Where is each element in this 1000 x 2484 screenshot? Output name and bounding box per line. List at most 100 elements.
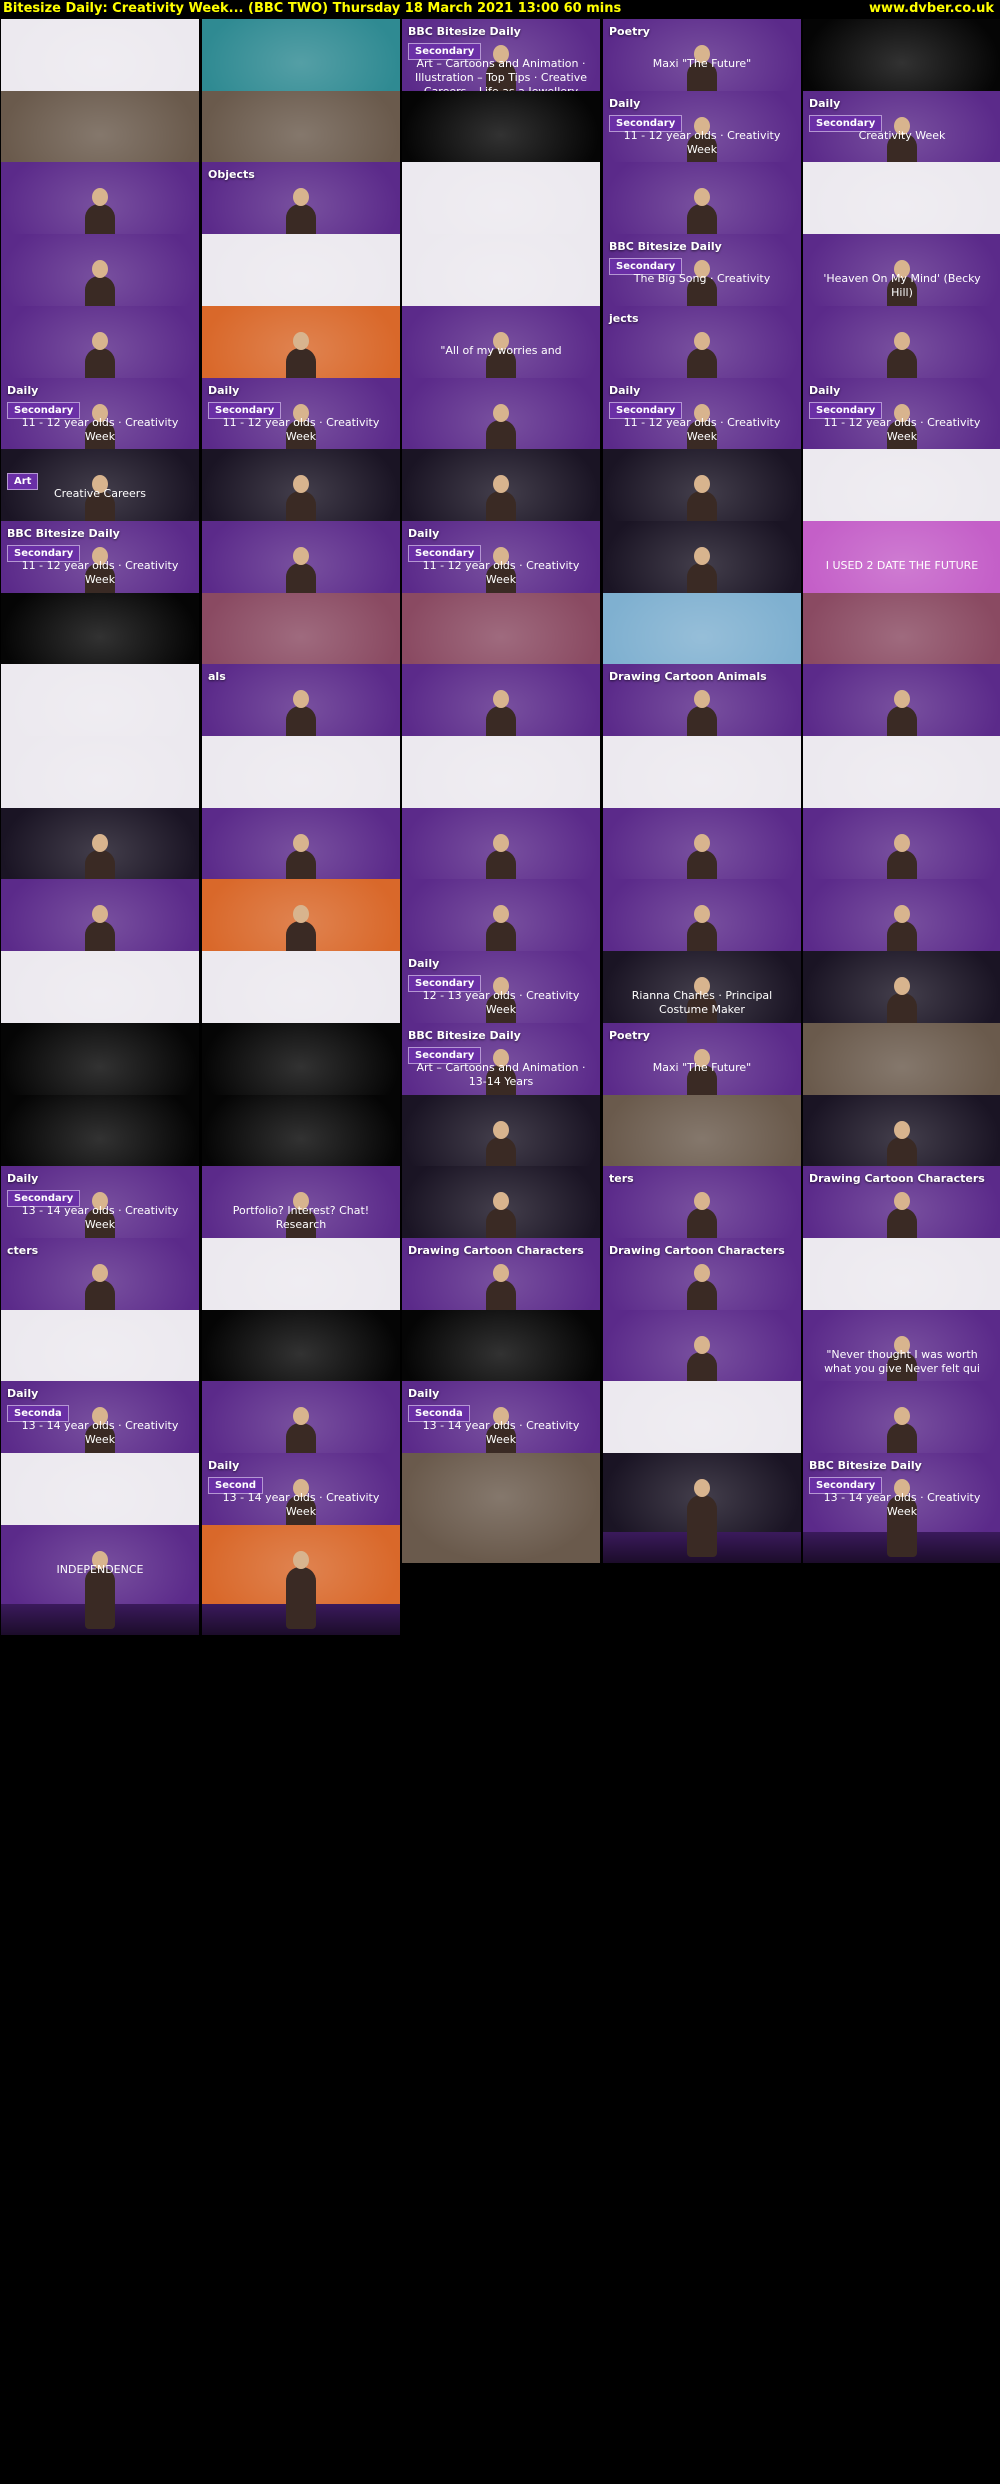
presenter-head: [894, 1407, 910, 1425]
frame-text: 11 - 12 year olds · Creativity Week: [623, 129, 781, 156]
frame-text: 11 - 12 year olds · Creativity Week: [21, 416, 179, 443]
frame-text: 11 - 12 year olds · Creativity Week: [823, 416, 981, 443]
frame-caption: ters: [609, 1172, 634, 1185]
frame-caption: Daily: [609, 97, 641, 110]
frame-text: Creative Careers: [53, 487, 147, 500]
frame-text: 13 - 14 year olds · Creativity Week: [222, 1491, 380, 1518]
presenter-head: [694, 1479, 710, 1497]
frame-text: 13 - 14 year olds · Creativity Week: [823, 1491, 981, 1518]
presenter-head: [694, 332, 710, 350]
frame-text: 13 - 14 year olds · Creativity Week: [422, 1419, 580, 1446]
thumbnail-frame[interactable]: [603, 1453, 801, 1563]
frame-text: Art – Cartoons and Animation · 13-14 Yea…: [416, 1061, 586, 1088]
frame-text: 11 - 12 year olds · Creativity Week: [222, 416, 380, 443]
frame-caption: Daily: [7, 1172, 39, 1185]
thumbnail-frame[interactable]: [402, 1453, 600, 1563]
frame-caption: Drawing Cartoon Characters: [408, 1244, 584, 1257]
presenter-head: [493, 905, 509, 923]
presenter-head: [694, 1336, 710, 1354]
thumbnail-frame[interactable]: BBC Bitesize Daily Secondary 13 - 14 year …: [803, 1453, 1000, 1563]
frame-text: "Never thought I was worth what you give…: [824, 1348, 980, 1375]
presenter-head: [894, 977, 910, 995]
frame-lighting: [402, 1453, 600, 1563]
frame-text: 'Heaven On My Mind' (Becky Hill): [823, 272, 981, 299]
frame-text: 13 - 14 year olds · Creativity Week: [21, 1419, 179, 1446]
thumbnail-frame[interactable]: INDEPENDENCE: [1, 1525, 199, 1635]
presenter-head: [493, 404, 509, 422]
presenter-head: [293, 1407, 309, 1425]
frame-caption: Daily: [208, 1459, 240, 1472]
presenter-head: [694, 834, 710, 852]
frame-caption: Daily: [809, 384, 841, 397]
frame-text: Portfolio? Interest? Chat! Research: [232, 1204, 370, 1231]
frame-text: Maxi "The Future": [652, 57, 752, 70]
presenter-head: [493, 1121, 509, 1139]
programme-title: Bitesize Daily: Creativity Week... (BBC …: [3, 1, 622, 16]
presenter-head: [293, 834, 309, 852]
frame-caption: Daily: [7, 1387, 39, 1400]
presenter-figure: [286, 1551, 316, 1629]
frame-caption: BBC Bitesize Daily: [408, 25, 521, 38]
presenter-head: [493, 690, 509, 708]
thumbnail-frame[interactable]: [202, 1525, 400, 1635]
presenter-head: [92, 905, 108, 923]
presenter-head: [493, 475, 509, 493]
frame-caption: als: [208, 670, 226, 683]
frame-caption: Poetry: [609, 25, 650, 38]
frame-text: Maxi "The Future": [652, 1061, 752, 1074]
frame-text: 12 - 13 year olds · Creativity Week: [422, 989, 580, 1016]
frame-text: Rianna Charles · Principal Costume Maker: [631, 989, 773, 1016]
presenter-head: [293, 690, 309, 708]
frame-caption: cters: [7, 1244, 39, 1257]
frame-text: INDEPENDENCE: [56, 1563, 144, 1576]
frame-caption: Daily: [809, 97, 841, 110]
frame-text: Creativity Week: [858, 129, 946, 142]
frame-caption: Daily: [208, 384, 240, 397]
presenter-head: [293, 332, 309, 350]
presenter-head: [694, 475, 710, 493]
frame-caption: BBC Bitesize Daily: [809, 1459, 922, 1472]
presenter-head: [694, 188, 710, 206]
presenter-head: [894, 332, 910, 350]
frame-caption: Drawing Cartoon Characters: [609, 1244, 785, 1257]
frame-text: 11 - 12 year olds · Creativity Week: [623, 416, 781, 443]
presenter-head: [493, 1264, 509, 1282]
presenter-head: [694, 905, 710, 923]
site-link[interactable]: www.dvber.co.uk: [869, 0, 994, 18]
frame-caption: Daily: [7, 384, 39, 397]
presenter-head: [293, 188, 309, 206]
presenter-head: [293, 475, 309, 493]
presenter-head: [92, 188, 108, 206]
frame-caption: Drawing Cartoon Animals: [609, 670, 767, 683]
presenter-head: [493, 834, 509, 852]
frame-text: 13 - 14 year olds · Creativity Week: [21, 1204, 179, 1231]
presenter-head: [894, 1192, 910, 1210]
frame-text: I USED 2 DATE THE FUTURE: [825, 559, 979, 572]
presenter-head: [694, 1192, 710, 1210]
presenter-head: [493, 1192, 509, 1210]
frame-caption: Drawing Cartoon Characters: [809, 1172, 985, 1185]
presenter-figure: [687, 1479, 717, 1557]
frame-caption: BBC Bitesize Daily: [609, 240, 722, 253]
presenter-head: [894, 905, 910, 923]
presenter-head: [92, 1264, 108, 1282]
presenter-head: [894, 834, 910, 852]
presenter-head: [92, 260, 108, 278]
presenter-head: [293, 547, 309, 565]
frame-text: "All of my worries and: [440, 344, 562, 357]
frame-caption: Daily: [408, 957, 440, 970]
frame-caption: Objects: [208, 168, 255, 181]
presenter-head: [92, 332, 108, 350]
presenter-head: [293, 905, 309, 923]
presenter-head: [694, 547, 710, 565]
frame-caption: Poetry: [609, 1029, 650, 1042]
presenter-head: [293, 1551, 309, 1569]
presenter-head: [694, 690, 710, 708]
presenter-head: [894, 1121, 910, 1139]
frame-caption: BBC Bitesize Daily: [7, 527, 120, 540]
presenter-head: [694, 1264, 710, 1282]
frame-caption: Daily: [408, 527, 440, 540]
frame-caption: Daily: [408, 1387, 440, 1400]
frame-caption: Daily: [609, 384, 641, 397]
frame-caption: BBC Bitesize Daily: [408, 1029, 521, 1042]
